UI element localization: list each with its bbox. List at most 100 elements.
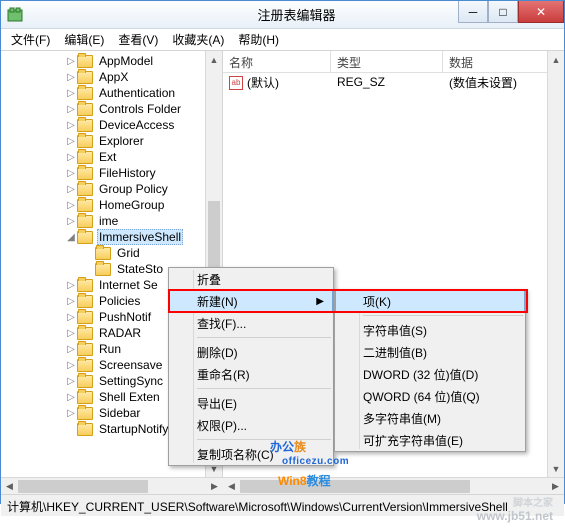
tree-node[interactable]: ▷ DeviceAccess bbox=[1, 117, 222, 133]
tree-label[interactable]: Grid bbox=[115, 246, 142, 260]
tree-label[interactable]: Explorer bbox=[97, 134, 146, 148]
tree-label[interactable]: Run bbox=[97, 342, 123, 356]
tree-label[interactable]: StartupNotify bbox=[97, 422, 170, 436]
scroll-up-icon[interactable]: ▲ bbox=[206, 51, 222, 68]
expander-icon[interactable]: ▷ bbox=[65, 120, 77, 131]
menu-new-multistring[interactable]: 多字符串值(M) bbox=[335, 407, 525, 429]
scroll-right-icon[interactable]: ▶ bbox=[547, 481, 564, 492]
scroll-down-icon[interactable]: ▼ bbox=[548, 460, 564, 477]
tree-label[interactable]: Policies bbox=[97, 294, 142, 308]
list-hscroll-thumb[interactable] bbox=[240, 480, 470, 493]
tree-node[interactable]: ◢ ImmersiveShell bbox=[1, 229, 222, 245]
expander-icon[interactable]: ▷ bbox=[65, 200, 77, 211]
close-button[interactable]: ✕ bbox=[518, 1, 564, 23]
scroll-right-icon[interactable]: ▶ bbox=[206, 481, 223, 492]
menu-new-binary[interactable]: 二进制值(B) bbox=[335, 341, 525, 363]
tree-hscroll[interactable]: ◀ ▶ bbox=[1, 477, 223, 494]
expander-icon[interactable]: ▷ bbox=[65, 328, 77, 339]
titlebar[interactable]: 注册表编辑器 ─ □ ✕ bbox=[1, 1, 564, 29]
menu-view[interactable]: 查看(V) bbox=[112, 29, 164, 50]
tree-label[interactable]: PushNotif bbox=[97, 310, 153, 324]
tree-label[interactable]: Screensave bbox=[97, 358, 164, 372]
tree-label[interactable]: Group Policy bbox=[97, 182, 170, 196]
list-hscroll[interactable]: ◀ ▶ bbox=[223, 477, 564, 494]
menu-delete[interactable]: 删除(D) bbox=[169, 341, 333, 363]
menu-new-string[interactable]: 字符串值(S) bbox=[335, 319, 525, 341]
string-value-icon: ab bbox=[229, 76, 243, 90]
tree-label[interactable]: Internet Se bbox=[97, 278, 160, 292]
tree-node[interactable]: ▷ Controls Folder bbox=[1, 101, 222, 117]
expander-icon[interactable]: ▷ bbox=[65, 280, 77, 291]
col-data[interactable]: 数据 bbox=[443, 51, 564, 72]
expander-icon[interactable]: ▷ bbox=[65, 408, 77, 419]
expander-icon[interactable]: ▷ bbox=[65, 72, 77, 83]
tree-label[interactable]: Shell Exten bbox=[97, 390, 162, 404]
expander-icon[interactable]: ▷ bbox=[65, 376, 77, 387]
list-vscroll[interactable]: ▲ ▼ bbox=[547, 51, 564, 477]
tree-node[interactable]: ▷ ime bbox=[1, 213, 222, 229]
tree-node[interactable]: ▷ HomeGroup bbox=[1, 197, 222, 213]
scroll-left-icon[interactable]: ◀ bbox=[223, 481, 240, 492]
tree-node[interactable]: ▷ Ext bbox=[1, 149, 222, 165]
folder-icon bbox=[77, 279, 93, 292]
expander-icon[interactable]: ▷ bbox=[65, 312, 77, 323]
menu-copy-key-name[interactable]: 复制项名称(C) bbox=[169, 443, 333, 465]
tree-label[interactable]: AppX bbox=[97, 70, 130, 84]
tree-node[interactable]: ▷ Group Policy bbox=[1, 181, 222, 197]
scroll-left-icon[interactable]: ◀ bbox=[1, 481, 18, 492]
menu-edit[interactable]: 编辑(E) bbox=[58, 29, 110, 50]
tree-label[interactable]: AppModel bbox=[97, 54, 155, 68]
menu-find[interactable]: 查找(F)... bbox=[169, 312, 333, 334]
tree-label[interactable]: StateSto bbox=[115, 262, 165, 276]
expander-icon[interactable]: ▷ bbox=[65, 136, 77, 147]
menu-new[interactable]: 新建(N)▶ bbox=[169, 290, 333, 312]
menu-permissions[interactable]: 权限(P)... bbox=[169, 414, 333, 436]
menu-help[interactable]: 帮助(H) bbox=[232, 29, 285, 50]
expander-icon[interactable]: ▷ bbox=[65, 216, 77, 227]
maximize-button[interactable]: □ bbox=[488, 1, 518, 23]
menu-new-qword[interactable]: QWORD (64 位)值(Q) bbox=[335, 385, 525, 407]
menu-new-expandstring[interactable]: 可扩充字符串值(E) bbox=[335, 429, 525, 451]
tree-node[interactable]: ▷ AppModel bbox=[1, 53, 222, 69]
expander-icon[interactable]: ▷ bbox=[65, 56, 77, 67]
menu-new-dword[interactable]: DWORD (32 位)值(D) bbox=[335, 363, 525, 385]
tree-label[interactable]: RADAR bbox=[97, 326, 143, 340]
tree-label[interactable]: ime bbox=[97, 214, 120, 228]
expander-icon[interactable]: ▷ bbox=[65, 360, 77, 371]
expander-icon[interactable]: ▷ bbox=[65, 344, 77, 355]
tree-label[interactable]: ImmersiveShell bbox=[97, 229, 183, 245]
tree-label[interactable]: HomeGroup bbox=[97, 198, 166, 212]
tree-hscroll-thumb[interactable] bbox=[18, 480, 148, 493]
list-row[interactable]: ab(默认) REG_SZ (数值未设置) bbox=[223, 73, 564, 91]
menu-rename[interactable]: 重命名(R) bbox=[169, 363, 333, 385]
expander-icon[interactable]: ▷ bbox=[65, 296, 77, 307]
tree-label[interactable]: Controls Folder bbox=[97, 102, 183, 116]
expander-icon[interactable]: ▷ bbox=[65, 392, 77, 403]
menu-new-key[interactable]: 项(K) bbox=[335, 290, 525, 312]
tree-node[interactable]: ▷ FileHistory bbox=[1, 165, 222, 181]
col-name[interactable]: 名称 bbox=[223, 51, 331, 72]
expander-icon[interactable]: ▷ bbox=[65, 184, 77, 195]
minimize-button[interactable]: ─ bbox=[458, 1, 488, 23]
menu-collapse[interactable]: 折叠 bbox=[169, 268, 333, 290]
expander-icon[interactable]: ◢ bbox=[65, 232, 77, 243]
scroll-up-icon[interactable]: ▲ bbox=[548, 51, 564, 68]
expander-icon[interactable]: ▷ bbox=[65, 104, 77, 115]
expander-icon[interactable]: ▷ bbox=[65, 168, 77, 179]
menu-favorites[interactable]: 收藏夹(A) bbox=[166, 29, 230, 50]
tree-node[interactable]: Grid bbox=[1, 245, 222, 261]
menu-export[interactable]: 导出(E) bbox=[169, 392, 333, 414]
menu-file[interactable]: 文件(F) bbox=[5, 29, 56, 50]
tree-label[interactable]: Authentication bbox=[97, 86, 177, 100]
tree-node[interactable]: ▷ Authentication bbox=[1, 85, 222, 101]
tree-label[interactable]: FileHistory bbox=[97, 166, 158, 180]
tree-node[interactable]: ▷ Explorer bbox=[1, 133, 222, 149]
expander-icon[interactable]: ▷ bbox=[65, 152, 77, 163]
tree-label[interactable]: SettingSync bbox=[97, 374, 165, 388]
tree-label[interactable]: DeviceAccess bbox=[97, 118, 176, 132]
col-type[interactable]: 类型 bbox=[331, 51, 443, 72]
tree-label[interactable]: Ext bbox=[97, 150, 118, 164]
tree-label[interactable]: Sidebar bbox=[97, 406, 142, 420]
expander-icon[interactable]: ▷ bbox=[65, 88, 77, 99]
tree-node[interactable]: ▷ AppX bbox=[1, 69, 222, 85]
